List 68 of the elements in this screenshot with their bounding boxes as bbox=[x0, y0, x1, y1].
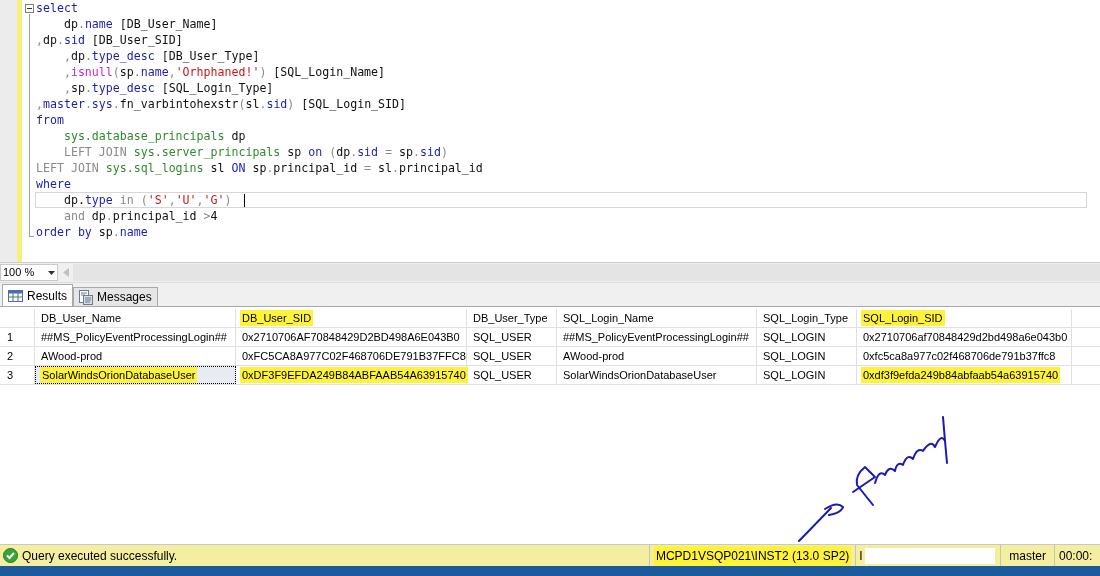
server-name: MCPD1VSQP021\INST2 (13.0 SP2) bbox=[653, 545, 852, 566]
text-cursor bbox=[243, 193, 245, 207]
scroll-left-icon[interactable] bbox=[63, 268, 69, 277]
table-cell[interactable]: AWood-prod bbox=[557, 347, 757, 365]
column-header[interactable]: SQL_Login_Type bbox=[761, 309, 850, 327]
code-line: LEFT JOIN sys.sql_logins sl ON sp.principal_id = sl.principal_id bbox=[36, 160, 483, 176]
table-cell[interactable]: SQL_USER bbox=[467, 366, 557, 384]
cell-text: ##MS_PolicyEventProcessingLogin## bbox=[562, 329, 750, 345]
code-line: ,dp.sid [DB_User_SID] bbox=[36, 32, 183, 48]
cell-text: SolarWindsOrionDatabaseUser bbox=[40, 366, 198, 384]
table-cell[interactable]: ##MS_PolicyEventProcessingLogin## bbox=[557, 328, 757, 346]
code-line: ,dp.type_desc [DB_User_Type] bbox=[62, 48, 260, 64]
code-line: dp.type in ('S','U','G') bbox=[62, 192, 232, 208]
column-header[interactable]: SQL_Login_Name bbox=[561, 309, 656, 327]
cell-text: ##MS_PolicyEventProcessingLogin## bbox=[40, 329, 228, 345]
cell-text: SQL_USER bbox=[472, 367, 533, 383]
cell-text: SQL_USER bbox=[472, 329, 533, 345]
cell-text: SQL_LOGIN bbox=[762, 367, 827, 383]
table-cell[interactable]: SQL_LOGIN bbox=[757, 328, 857, 346]
code-line: ,isnull(sp.name,'Orhphaned!') [SQL_Login_Name] bbox=[62, 64, 386, 80]
column-header[interactable]: SQL_Login_SID bbox=[861, 309, 945, 327]
row-number: 2 bbox=[7, 348, 14, 364]
code-line: LEFT JOIN sys.server_principals sp on (dp.sid = sp.sid) bbox=[62, 144, 448, 160]
column-header[interactable]: DB_User_Type bbox=[471, 309, 550, 327]
cell-text: SQL_USER bbox=[472, 348, 533, 364]
results-tab[interactable]: Results bbox=[2, 284, 73, 306]
table-cell[interactable]: AWood-prod bbox=[35, 347, 236, 365]
cell-text: AWood-prod bbox=[40, 348, 104, 364]
code-line: select bbox=[36, 0, 78, 16]
grid-icon bbox=[8, 289, 23, 302]
code-line: where bbox=[36, 176, 71, 192]
caret-icon bbox=[48, 270, 55, 275]
table-cell[interactable]: 0x2710706AF70848429D2BD498A6E043B0 bbox=[236, 328, 467, 346]
table-cell[interactable]: SQL_USER bbox=[467, 328, 557, 346]
row-number: 3 bbox=[7, 367, 14, 383]
table-cell[interactable]: SQL_LOGIN bbox=[757, 366, 857, 384]
collapse-icon[interactable] bbox=[25, 4, 34, 13]
cell-text: SQL_LOGIN bbox=[762, 329, 827, 345]
cell-text: 0xfc5ca8a977c02f468706de791b37ffc8 bbox=[862, 348, 1057, 364]
table-cell[interactable]: SolarWindsOrionDatabaseUser bbox=[557, 366, 757, 384]
row-number: 1 bbox=[7, 329, 14, 345]
zoom-dropdown[interactable]: 100 % bbox=[0, 264, 58, 281]
code-line: from bbox=[36, 112, 64, 128]
code-line: ,master.sys.fn_varbintohexstr(sl.sid) [SQL_Login_SID] bbox=[36, 96, 407, 112]
code-line: and dp.principal_id >4 bbox=[62, 208, 218, 224]
cell-text: SolarWindsOrionDatabaseUser bbox=[562, 367, 718, 383]
status-message: Query executed successfully. bbox=[22, 547, 179, 565]
code-line: order by sp.name bbox=[36, 224, 148, 240]
code-line: dp.name [DB_User_Name] bbox=[62, 16, 218, 32]
code-line: sys.database_principals dp bbox=[62, 128, 246, 144]
table-cell[interactable]: SQL_LOGIN bbox=[757, 347, 857, 365]
elapsed-time: 00:00: bbox=[1059, 547, 1093, 565]
results-tab[interactable]: Messages bbox=[73, 287, 158, 306]
cell-text: SQL_LOGIN bbox=[762, 348, 827, 364]
column-header[interactable]: DB_User_Name bbox=[39, 309, 124, 327]
cell-text: 0x2710706AF70848429D2BD498A6E043B0 bbox=[241, 329, 461, 345]
horizontal-scrollbar[interactable] bbox=[73, 264, 1100, 281]
table-cell[interactable]: SolarWindsOrionDatabaseUser bbox=[35, 366, 236, 384]
table-cell[interactable]: 0xfc5ca8a977c02f468706de791b37ffc8 bbox=[857, 347, 1072, 365]
document-icon bbox=[79, 289, 93, 305]
user-name: I bbox=[859, 547, 863, 565]
cell-text: AWood-prod bbox=[562, 348, 626, 364]
column-header[interactable]: DB_User_SID bbox=[240, 309, 314, 327]
table-cell[interactable]: SQL_USER bbox=[467, 347, 557, 365]
success-check-icon bbox=[3, 548, 18, 563]
table-cell[interactable]: ##MS_PolicyEventProcessingLogin## bbox=[35, 328, 236, 346]
database-name: master bbox=[1009, 547, 1046, 565]
code-line: ,sp.type_desc [SQL_Login_Type] bbox=[62, 80, 274, 96]
